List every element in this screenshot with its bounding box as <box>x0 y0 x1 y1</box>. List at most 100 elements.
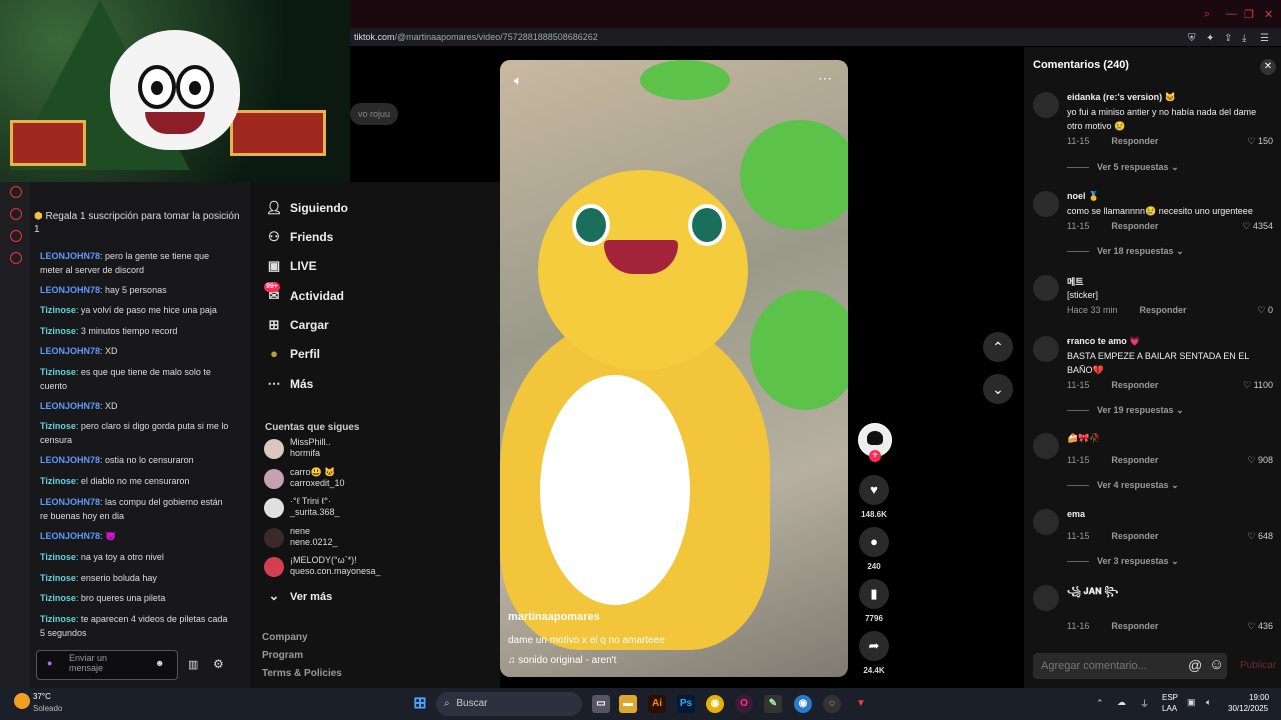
chevron-up-icon[interactable]: ⌃ <box>1096 698 1104 709</box>
reply-button[interactable]: Responder <box>1111 621 1158 631</box>
video-player[interactable]: 🔈︎ ⋯ martinaapomares dame un motivo x el… <box>500 60 848 677</box>
emoji-icon[interactable]: ☺ <box>1209 656 1224 673</box>
search-icon[interactable]: ⌕ <box>1204 8 1210 21</box>
restore-icon[interactable]: ❐ <box>1244 8 1254 21</box>
reply-button[interactable]: Responder <box>1140 305 1187 315</box>
comment-author[interactable]: ema <box>1067 509 1085 519</box>
illustrator-icon[interactable]: Ai <box>648 695 666 713</box>
chat-username[interactable]: LEONJOHN78 <box>40 251 100 261</box>
reply-button[interactable]: Responder <box>1111 136 1158 146</box>
view-replies-link[interactable]: Ver 5 respuestas ⌄ <box>1067 162 1179 173</box>
chat-username[interactable]: Tizinose <box>40 367 76 377</box>
like-button[interactable]: ♥ <box>859 475 889 505</box>
weather-icon[interactable] <box>14 693 30 709</box>
channel-icon[interactable] <box>10 230 22 242</box>
chat-username[interactable]: Tizinose <box>40 476 76 486</box>
close-icon[interactable]: ✕ <box>1264 8 1273 21</box>
video-author[interactable]: martinaapomares <box>508 611 600 623</box>
mention-icon[interactable]: @ <box>1188 657 1202 673</box>
avatar[interactable] <box>1033 92 1059 118</box>
comment-like-button[interactable]: ♡ 436 <box>1247 621 1273 632</box>
chat-username[interactable]: Tizinose <box>40 552 76 562</box>
view-replies-link[interactable]: Ver 3 respuestas ⌄ <box>1067 556 1179 567</box>
avatar[interactable] <box>1033 433 1059 459</box>
shield-icon[interactable]: ⛨ <box>1188 30 1196 48</box>
channel-icon[interactable] <box>10 186 22 198</box>
footer-terms[interactable]: Terms & Policies <box>262 668 342 679</box>
channel-icon[interactable] <box>10 208 22 220</box>
monitor-icon[interactable]: ▣ <box>1187 697 1196 708</box>
footer-program[interactable]: Program <box>262 650 303 661</box>
comment-like-button[interactable]: ♡ 908 <box>1247 455 1273 466</box>
avatar[interactable] <box>1033 509 1059 535</box>
extensions-icon[interactable]: ✦ <box>1206 30 1214 48</box>
author-avatar[interactable]: + <box>858 423 892 462</box>
chat-username[interactable]: LEONJOHN78 <box>40 531 100 541</box>
comment-author[interactable]: ғranco te amo 💗 <box>1067 336 1140 347</box>
network-tray-icon[interactable]: ☁ <box>1117 697 1126 708</box>
save-button[interactable]: ▮ <box>859 579 889 609</box>
chrome-icon[interactable]: ◉ <box>706 695 724 713</box>
close-icon[interactable]: ✕ <box>1260 59 1276 75</box>
menu-icon[interactable]: ☰ <box>1260 30 1269 48</box>
reply-button[interactable]: Responder <box>1111 221 1158 231</box>
comment-like-button[interactable]: ♡ 4354 <box>1242 221 1273 232</box>
more-options-icon[interactable]: ⋯ <box>818 70 832 87</box>
reply-button[interactable]: Responder <box>1111 455 1158 465</box>
chat-username[interactable]: Tizinose <box>40 593 76 603</box>
footer-company[interactable]: Company <box>262 632 308 643</box>
nav-item-siguiendo[interactable]: 👤︎ Siguiendo <box>264 198 348 218</box>
share-button[interactable]: ➦ <box>859 631 889 661</box>
view-replies-link[interactable]: Ver 19 respuestas ⌄ <box>1067 405 1184 416</box>
settings-icon[interactable]: ⚙ <box>213 657 224 671</box>
video-sound[interactable]: sonido original - aren't <box>518 655 616 666</box>
mic-tray-icon[interactable]: ⏚ <box>1140 697 1149 710</box>
chat-username[interactable]: LEONJOHN78 <box>40 401 100 411</box>
app-icon[interactable]: ◌ <box>823 695 841 713</box>
next-video-button[interactable]: ⌄ <box>983 374 1013 404</box>
app-icon[interactable]: ▼ <box>852 695 870 713</box>
photoshop-icon[interactable]: Ps <box>677 695 695 713</box>
file-explorer-icon[interactable]: ▬ <box>619 695 637 713</box>
chat-username[interactable]: LEONJOHN78 <box>40 285 100 295</box>
address-bar[interactable]: tiktok.com/@martinaapomares/video/757288… <box>350 28 1281 46</box>
comment-author[interactable]: 🍰🎀🥀 <box>1067 433 1101 444</box>
view-replies-link[interactable]: Ver 4 respuestas ⌄ <box>1067 480 1179 491</box>
reply-button[interactable]: Responder <box>1111 531 1158 541</box>
language-code[interactable]: ESP <box>1162 693 1178 702</box>
app-icon[interactable]: ✎ <box>764 695 782 713</box>
start-icon[interactable]: ⊞ <box>411 695 429 713</box>
minimize-icon[interactable]: — <box>1226 8 1237 20</box>
chat-username[interactable]: LEONJOHN78 <box>40 497 100 507</box>
previous-video-button[interactable]: ⌃ <box>983 332 1013 362</box>
search-stub[interactable]: vo rojuu <box>350 103 398 125</box>
chat-username[interactable]: LEONJOHN78 <box>40 346 100 356</box>
clock-time[interactable]: 19:00 <box>1249 693 1269 702</box>
speaker-icon[interactable]: 🔈︎ <box>1206 697 1211 708</box>
comment-author[interactable]: 메트 <box>1067 275 1084 288</box>
nav-item-actividad[interactable]: ✉ 99+ Actividad <box>264 282 344 306</box>
nav-item-live[interactable]: ▣ LIVE <box>264 256 317 276</box>
comment-like-button[interactable]: ♡ 1100 <box>1243 380 1273 391</box>
chat-username[interactable]: Tizinose <box>40 305 76 315</box>
channel-icon[interactable] <box>10 252 22 264</box>
avatar[interactable] <box>1033 191 1059 217</box>
chat-username[interactable]: Tizinose <box>40 614 76 624</box>
store-icon[interactable]: ▥ <box>188 658 198 671</box>
nav-item-más[interactable]: ⋯ Más <box>264 374 314 394</box>
chat-username[interactable]: LEONJOHN78 <box>40 455 100 465</box>
weather-temp[interactable]: 37°C <box>33 692 51 701</box>
volume-icon[interactable]: 🔈︎ <box>514 72 522 89</box>
chat-username[interactable]: Tizinose <box>40 421 76 431</box>
post-button[interactable]: Publicar <box>1240 660 1276 671</box>
share-icon[interactable]: ⇪ <box>1224 30 1232 48</box>
nav-item-friends[interactable]: ⚇ Friends <box>264 227 333 247</box>
opera-icon[interactable]: O <box>735 695 753 713</box>
nav-item-cargar[interactable]: ⊞ Cargar <box>264 315 329 335</box>
comment-like-button[interactable]: ♡ 150 <box>1247 136 1273 147</box>
nav-item-perfil[interactable]: ● Perfil <box>264 344 320 364</box>
follow-plus-icon[interactable]: + <box>869 450 881 462</box>
view-replies-link[interactable]: Ver 18 respuestas ⌄ <box>1067 246 1184 257</box>
see-more-link[interactable]: ⌄ Ver más <box>264 586 333 606</box>
avatar[interactable] <box>1033 336 1059 362</box>
